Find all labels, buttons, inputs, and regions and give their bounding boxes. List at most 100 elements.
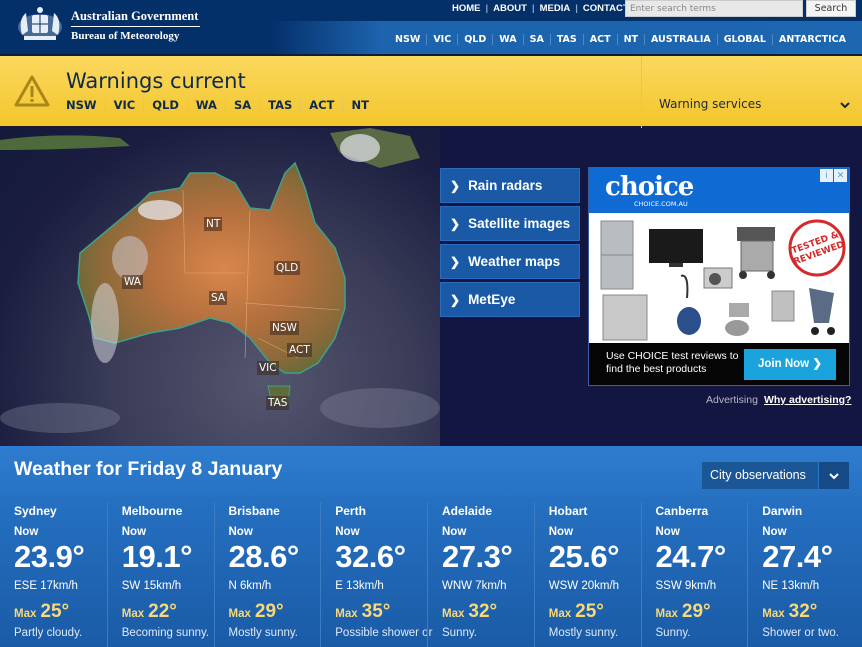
now-label: Now: [335, 526, 360, 538]
max-value: 35°: [361, 601, 391, 622]
current-temperature: 23.9°: [14, 539, 85, 574]
warnings-title[interactable]: Warnings current: [66, 69, 246, 93]
nav-home[interactable]: HOME: [447, 3, 486, 14]
nav-about[interactable]: ABOUT: [488, 3, 532, 14]
forecast-description: Shower or two.: [762, 627, 839, 639]
max-temperature: Max 25°: [549, 601, 641, 623]
max-label: Max: [14, 608, 37, 620]
map-label-qld[interactable]: QLD: [274, 261, 301, 275]
map-label-tas[interactable]: TAS: [266, 396, 290, 410]
search-button[interactable]: Search: [806, 0, 856, 17]
city-observations-toggle[interactable]: [819, 462, 849, 489]
agency-name: Bureau of Meteorology: [71, 29, 180, 42]
current-temperature: 19.1°: [121, 539, 193, 574]
city-card-hobart[interactable]: Hobart Now 25.6° WSW 20km/h Max 25° Mostl…: [533, 502, 641, 647]
region-vic[interactable]: VIC: [426, 34, 457, 45]
now-label: Now: [548, 526, 574, 538]
current-temperature: 27.3°: [442, 539, 513, 574]
city-name[interactable]: Brisbane: [229, 504, 321, 518]
ad-product-images: TESTED & REVIEWED: [589, 213, 849, 343]
quick-link-rain-radars[interactable]: ❯ Rain radars: [440, 168, 580, 203]
wind-reading: E 13km/h: [335, 580, 384, 592]
city-name[interactable]: Hobart: [549, 504, 641, 518]
site-header: Australian Government Bureau of Meteorol…: [0, 0, 862, 56]
max-value: 25°: [575, 601, 604, 622]
satellite-map[interactable]: NT WA QLD SA NSW ACT VIC TAS: [0, 128, 440, 446]
map-label-act[interactable]: ACT: [287, 343, 312, 357]
ad-join-now-button[interactable]: Join Now ❯: [744, 349, 836, 380]
current-temperature: 28.6°: [228, 539, 300, 574]
map-label-vic[interactable]: VIC: [257, 361, 279, 375]
nav-media[interactable]: MEDIA: [535, 3, 576, 14]
region-tas[interactable]: TAS: [549, 34, 583, 45]
max-temperature: Max 25°: [14, 601, 107, 623]
city-name[interactable]: Sydney: [14, 504, 107, 518]
map-label-sa[interactable]: SA: [209, 291, 228, 305]
ad-brand-url: CHOICE.COM.AU: [634, 200, 688, 208]
warning-link-tas[interactable]: TAS: [259, 98, 300, 112]
search-input[interactable]: Enter search terms: [625, 0, 803, 17]
map-label-nsw[interactable]: NSW: [270, 321, 299, 335]
warnings-bar: Warnings current NSW VIC QLD WA SA TAS A…: [0, 56, 862, 128]
wind-reading: ESE 17km/h: [14, 580, 78, 592]
city-card-perth[interactable]: Perth Now 32.6° E 13km/h Max 35° Possible…: [320, 502, 432, 647]
map-label-wa[interactable]: WA: [122, 275, 143, 289]
max-temperature: Max 22°: [122, 601, 214, 623]
quick-link-satellite-images[interactable]: ❯ Satellite images: [440, 206, 580, 241]
city-card-darwin[interactable]: Darwin Now 27.4° NE 13km/h Max 32° Shower…: [747, 502, 854, 647]
warning-link-qld[interactable]: QLD: [143, 98, 187, 112]
region-qld[interactable]: QLD: [457, 34, 492, 45]
why-advertising-link[interactable]: Why advertising?: [764, 394, 852, 406]
region-australia[interactable]: AUSTRALIA: [644, 34, 717, 45]
max-temperature: Max 32°: [762, 601, 854, 623]
warning-link-act[interactable]: ACT: [300, 98, 342, 112]
city-card-canberra[interactable]: Canberra Now 24.7° SSW 9km/h Max 29° Sunn…: [640, 502, 748, 647]
city-card-melbourne[interactable]: Melbourne Now 19.1° SW 15km/h Max 22° Bec…: [106, 502, 214, 647]
max-label: Max: [548, 608, 572, 620]
region-nt[interactable]: NT: [616, 34, 644, 45]
org-name: Australian Government: [71, 9, 201, 27]
ad-close-icon[interactable]: ✕: [834, 169, 847, 182]
chevron-right-icon: ❯: [812, 358, 822, 370]
region-act[interactable]: ACT: [582, 34, 617, 45]
city-name[interactable]: Melbourne: [122, 504, 214, 518]
city-observations-dropdown[interactable]: City observations: [702, 462, 849, 489]
region-global[interactable]: GLOBAL: [716, 34, 772, 45]
chevron-right-icon: ❯: [450, 255, 461, 269]
region-antarctica[interactable]: ANTARCTICA: [771, 34, 852, 45]
warning-link-wa[interactable]: WA: [186, 98, 225, 112]
quick-link-weather-maps[interactable]: ❯ Weather maps: [440, 244, 580, 279]
city-name[interactable]: Darwin: [762, 504, 854, 518]
max-value: 32°: [468, 601, 498, 622]
warning-link-sa[interactable]: SA: [224, 98, 259, 112]
warning-link-vic[interactable]: VIC: [104, 98, 144, 112]
region-nsw[interactable]: NSW: [389, 34, 426, 45]
city-name[interactable]: Perth: [335, 504, 427, 518]
map-label-nt[interactable]: NT: [204, 217, 223, 231]
forecast-description: Mostly sunny.: [548, 627, 619, 639]
city-name[interactable]: Adelaide: [442, 504, 534, 518]
max-value: 32°: [788, 601, 818, 622]
warning-link-nt[interactable]: NT: [342, 98, 376, 112]
city-card-sydney[interactable]: Sydney Now 23.9° ESE 17km/h Max 25° Partl…: [0, 502, 107, 647]
current-temperature: 32.6°: [335, 539, 406, 574]
region-wa[interactable]: WA: [492, 34, 522, 45]
site-logo[interactable]: Australian Government Bureau of Meteorol…: [12, 5, 201, 45]
current-temperature: 27.4°: [762, 539, 833, 574]
chevron-right-icon: ❯: [450, 217, 461, 231]
city-card-brisbane[interactable]: Brisbane Now 28.6° N 6km/h Max 29° Mostly…: [213, 502, 321, 647]
wind-reading: SW 15km/h: [121, 580, 182, 592]
wind-reading: NE 13km/h: [762, 580, 820, 592]
city-name[interactable]: Canberra: [656, 504, 748, 518]
warning-services-label: Warning services: [659, 97, 762, 111]
ad-info-icon[interactable]: i: [820, 169, 833, 182]
max-label: Max: [655, 608, 678, 620]
advertisement[interactable]: choice CHOICE.COM.AU i ✕ TESTED & REVIEW…: [588, 167, 850, 386]
warning-services-dropdown[interactable]: Warning services: [641, 56, 862, 128]
region-sa[interactable]: SA: [522, 34, 550, 45]
forecast-description: Partly cloudy.: [14, 627, 83, 639]
quick-link-meteye[interactable]: ❯ MetEye: [440, 282, 580, 317]
city-card-adelaide[interactable]: Adelaide Now 27.3° WNW 7km/h Max 32° Sunn…: [427, 502, 534, 647]
ad-join-label: Join Now: [758, 358, 810, 370]
warning-link-nsw[interactable]: NSW: [66, 98, 105, 112]
